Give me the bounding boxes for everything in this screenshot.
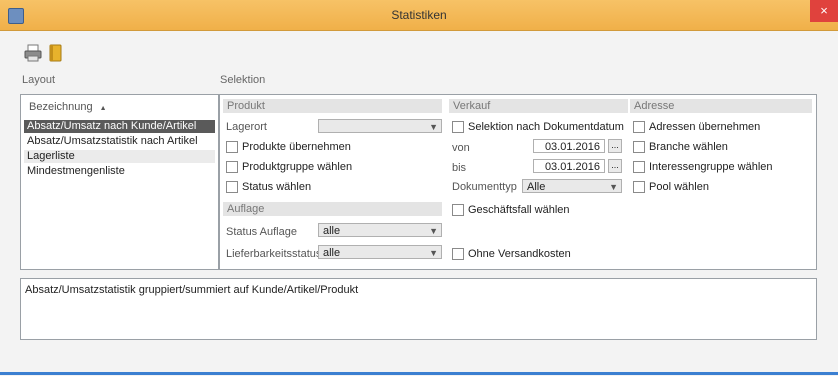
lagerort-select[interactable]: ▼ <box>318 119 442 133</box>
dokumenttyp-select[interactable]: Alle ▼ <box>522 179 622 193</box>
checkbox-label: Pool wählen <box>649 181 709 193</box>
print-icon[interactable] <box>24 44 42 62</box>
chevron-down-icon: ▼ <box>429 226 438 236</box>
list-header-label: Bezeichnung <box>29 101 93 113</box>
bis-date-picker-button[interactable]: ... <box>608 159 622 173</box>
checkbox-box[interactable] <box>633 181 645 193</box>
verkauf-section-head: Verkauf <box>449 99 628 113</box>
list-item[interactable]: Lagerliste <box>24 150 215 163</box>
close-button[interactable]: × <box>810 0 838 22</box>
status-checkbox[interactable]: Status wählen <box>226 181 311 193</box>
produkte-uebernehmen-checkbox[interactable]: Produkte übernehmen <box>226 141 351 153</box>
checkbox-label: Interessengruppe wählen <box>649 161 773 173</box>
von-label: von <box>452 142 470 154</box>
checkbox-label: Ohne Versandkosten <box>468 248 571 260</box>
branche-checkbox[interactable]: Branche wählen <box>633 141 728 153</box>
pool-checkbox[interactable]: Pool wählen <box>633 181 709 193</box>
auflage-section-head: Auflage <box>223 202 442 216</box>
chevron-down-icon: ▼ <box>609 182 618 192</box>
checkbox-box[interactable] <box>452 248 464 260</box>
lieferbarkeitsstatus-value: alle <box>323 247 341 259</box>
checkbox-label: Branche wählen <box>649 141 728 153</box>
versandkosten-checkbox[interactable]: Ohne Versandkosten <box>452 248 571 260</box>
dokumenttyp-label: Dokumenttyp <box>452 181 517 193</box>
window-bottom-border <box>0 372 838 375</box>
checkbox-label: Adressen übernehmen <box>649 121 761 133</box>
produktgruppe-checkbox[interactable]: Produktgruppe wählen <box>226 161 352 173</box>
lagerort-label: Lagerort <box>226 121 267 133</box>
chevron-down-icon: ▼ <box>429 122 438 132</box>
status-auflage-label: Status Auflage <box>226 226 297 238</box>
produkt-section-head: Produkt <box>223 99 442 113</box>
list-item[interactable]: Mindestmengenliste <box>24 165 215 178</box>
von-date-input[interactable]: 03.01.2016 <box>533 139 605 153</box>
checkbox-label: Geschäftsfall wählen <box>468 204 570 216</box>
list-item[interactable]: Absatz/Umsatz nach Kunde/Artikel <box>24 120 215 133</box>
selektion-panel: Produkt Lagerort ▼ Produkte übernehmen P… <box>219 94 817 270</box>
checkbox-box[interactable] <box>226 141 238 153</box>
layout-label: Layout <box>22 74 56 86</box>
list-header[interactable]: Bezeichnung ▲ <box>29 101 107 113</box>
checkbox-box[interactable] <box>633 121 645 133</box>
description-box: Absatz/Umsatzstatistik gruppiert/summier… <box>20 278 817 340</box>
checkbox-box[interactable] <box>633 141 645 153</box>
adresse-section-head: Adresse <box>630 99 812 113</box>
sort-asc-icon: ▲ <box>99 105 107 112</box>
checkbox-label: Produktgruppe wählen <box>242 161 353 173</box>
status-auflage-value: alle <box>323 225 341 237</box>
adressen-checkbox[interactable]: Adressen übernehmen <box>633 121 760 133</box>
checkbox-box[interactable] <box>226 181 238 193</box>
lieferbarkeitsstatus-label: Lieferbarkeitsstatus <box>226 248 322 260</box>
lieferbarkeitsstatus-select[interactable]: alle ▼ <box>318 245 442 259</box>
description-text: Absatz/Umsatzstatistik gruppiert/summier… <box>25 284 359 296</box>
selektion-label: Selektion <box>220 74 266 86</box>
list-item[interactable]: Absatz/Umsatzstatistik nach Artikel <box>24 135 215 148</box>
interessengruppe-checkbox[interactable]: Interessengruppe wählen <box>633 161 773 173</box>
layout-list[interactable]: Bezeichnung ▲ Absatz/Umsatz nach Kunde/A… <box>20 94 219 270</box>
von-date-picker-button[interactable]: ... <box>608 139 622 153</box>
chevron-down-icon: ▼ <box>429 248 438 258</box>
window-title: Statistiken <box>391 8 447 22</box>
bis-date-input[interactable]: 03.01.2016 <box>533 159 605 173</box>
dokumenttyp-value: Alle <box>527 181 546 193</box>
checkbox-label: Status wählen <box>242 181 312 193</box>
checkbox-label: Selektion nach Dokumentdatum <box>468 121 624 133</box>
selektion-dokumentdatum-checkbox[interactable]: Selektion nach Dokumentdatum <box>452 121 624 133</box>
geschaeftsfall-checkbox[interactable]: Geschäftsfall wählen <box>452 204 570 216</box>
status-auflage-select[interactable]: alle ▼ <box>318 223 442 237</box>
checkbox-box[interactable] <box>452 121 464 133</box>
bis-label: bis <box>452 162 467 174</box>
checkbox-box[interactable] <box>452 204 464 216</box>
checkbox-label: Produkte übernehmen <box>242 141 351 153</box>
checkbox-box[interactable] <box>633 161 645 173</box>
book-icon[interactable] <box>47 44 65 62</box>
checkbox-box[interactable] <box>226 161 238 173</box>
title-bar: Statistiken × <box>0 0 838 31</box>
